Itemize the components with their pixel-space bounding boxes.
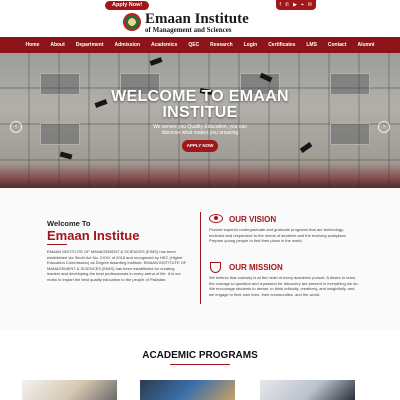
facebook-icon[interactable]: f bbox=[280, 0, 281, 10]
institute-logo[interactable] bbox=[123, 13, 141, 31]
trophy-icon bbox=[210, 262, 221, 273]
carousel-next-icon[interactable]: › bbox=[378, 121, 390, 133]
nav-item-home[interactable]: Home bbox=[25, 42, 39, 48]
nav-item-lms[interactable]: LMS bbox=[306, 42, 317, 48]
hero-title-line1: WELCOME TO EMAAN bbox=[111, 88, 289, 105]
nav-item-research[interactable]: Research bbox=[210, 42, 233, 48]
mission-title: OUR MISSION bbox=[229, 263, 283, 272]
carousel-prev-icon[interactable]: ‹ bbox=[10, 121, 22, 133]
vision-text: Provide superior undergraduate and gradu… bbox=[209, 227, 347, 243]
nav-item-alumni[interactable]: Alumni bbox=[357, 42, 374, 48]
main-nav: Home About Department Admission Academic… bbox=[0, 37, 400, 53]
location-icon[interactable]: ⌖ bbox=[301, 0, 304, 10]
hero-apply-now-button[interactable]: APPLY NOW bbox=[182, 140, 218, 152]
site-header: Emaan Institute of Management and Scienc… bbox=[0, 10, 400, 36]
apply-now-top-button[interactable]: Apply Now! bbox=[105, 1, 150, 10]
vision-title: OUR VISION bbox=[229, 215, 277, 224]
nav-item-qec[interactable]: QEC bbox=[188, 42, 199, 48]
nav-item-admission[interactable]: Admission bbox=[114, 42, 140, 48]
academic-programs-heading: ACADEMIC PROGRAMS bbox=[142, 350, 258, 361]
program-card-image[interactable] bbox=[260, 380, 355, 400]
academic-programs-underline bbox=[170, 364, 230, 365]
top-bar: Apply Now! f ✆ ▶ ⌖ ✉ bbox=[0, 0, 400, 10]
welcome-underline bbox=[47, 244, 67, 245]
phone-icon[interactable]: ✆ bbox=[285, 0, 289, 10]
email-icon[interactable]: ✉ bbox=[308, 0, 312, 10]
hero-title-line2: INSTITUE bbox=[162, 104, 238, 121]
nav-item-contact[interactable]: Contact bbox=[328, 42, 347, 48]
nav-item-about[interactable]: About bbox=[50, 42, 64, 48]
hero-subtitle-line2: discover what makes you amazing bbox=[161, 130, 239, 136]
brand-subtitle: of Management and Sciences bbox=[145, 26, 232, 34]
nav-item-certificates[interactable]: Certificates bbox=[268, 42, 295, 48]
nav-item-login[interactable]: Login bbox=[244, 42, 258, 48]
program-card-image[interactable] bbox=[22, 380, 117, 400]
welcome-body-text: EMAAN INSTITUTE OF MANAGEMENT & SCIENCES… bbox=[47, 249, 187, 282]
welcome-institute-name: Emaan Institue bbox=[47, 228, 140, 243]
graduates-crowd bbox=[0, 163, 400, 188]
section-divider bbox=[200, 212, 201, 304]
welcome-section: Welcome To Emaan Institue EMAAN INSTITUT… bbox=[0, 188, 400, 330]
social-links: f ✆ ▶ ⌖ ✉ bbox=[275, 0, 316, 10]
youtube-icon[interactable]: ▶ bbox=[293, 0, 297, 10]
hero-banner: WELCOME TO EMAAN INSTITUE We serves you … bbox=[0, 53, 400, 188]
welcome-heading: Welcome To bbox=[47, 219, 91, 228]
nav-item-academics[interactable]: Academics bbox=[151, 42, 177, 48]
nav-item-department[interactable]: Department bbox=[76, 42, 104, 48]
mission-text: We believe that curiosity is at the hear… bbox=[209, 275, 359, 297]
program-card-image[interactable] bbox=[140, 380, 235, 400]
eye-icon bbox=[209, 214, 223, 223]
